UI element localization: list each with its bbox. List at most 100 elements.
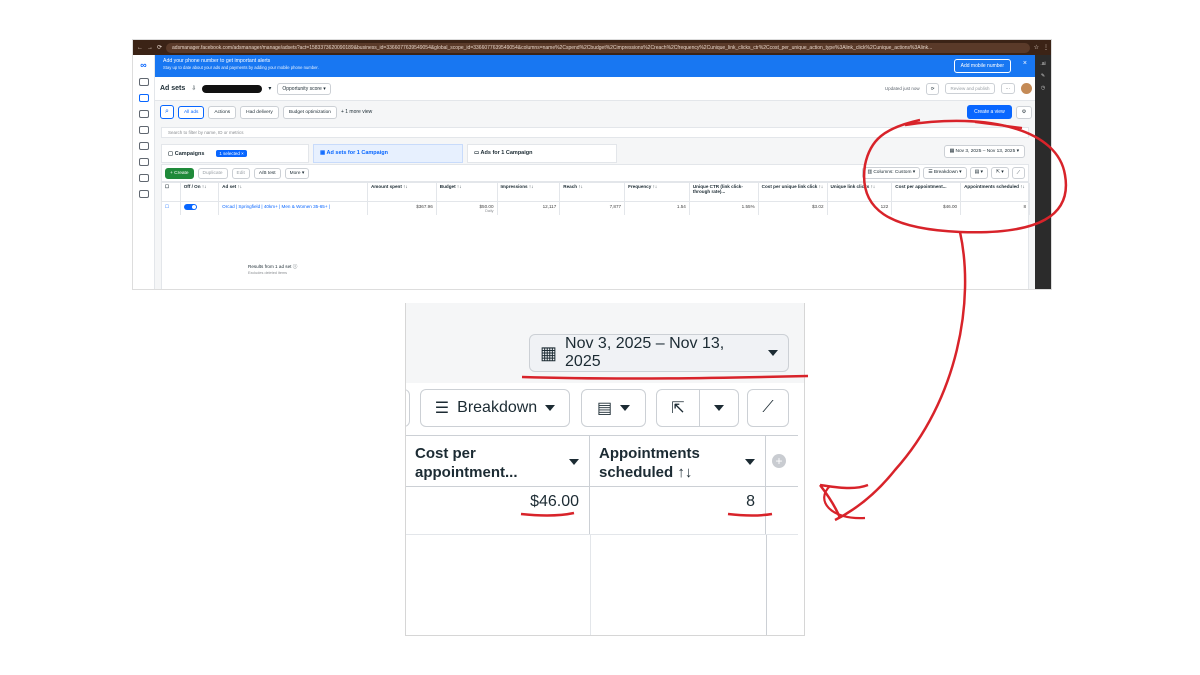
download-icon[interactable]: ⇩	[191, 85, 196, 92]
chevron-down-icon[interactable]: ▾	[268, 85, 271, 92]
inset-col-cost-per-appointment[interactable]: Cost per appointment...	[406, 436, 590, 488]
search-icon[interactable]: ⌕	[160, 105, 174, 119]
avatar[interactable]	[1021, 83, 1032, 94]
billing-icon[interactable]	[138, 158, 149, 166]
col-header[interactable]: Cost per unique link click ↑↓	[758, 183, 828, 202]
back-icon[interactable]: ←	[137, 45, 143, 51]
chevron-down-icon[interactable]	[745, 459, 755, 465]
account-overview-icon[interactable]	[138, 78, 149, 86]
extensions-icon[interactable]: ⋮	[1043, 44, 1049, 51]
users-icon[interactable]	[138, 174, 149, 182]
ads-icon[interactable]	[138, 142, 149, 150]
campaigns-grid-icon[interactable]	[138, 94, 149, 102]
inset-columns-button-edge[interactable]	[406, 389, 410, 427]
unique-ctr: 1.55%	[689, 201, 759, 215]
reload-icon[interactable]: ⟳	[157, 44, 162, 51]
col-header[interactable]: Ad set ↑↓	[218, 183, 368, 202]
tab-ads[interactable]: ▭ Ads for 1 Campaign	[467, 144, 617, 163]
adset-name-link[interactable]: Orcad | Springfield | 40km+ | Men & Wome…	[218, 201, 368, 215]
col-header[interactable]: Reach ↑↓	[559, 183, 626, 202]
inset-chart-button[interactable]: ⟋	[747, 389, 789, 427]
inset-col1-label: Cost per appointment...	[415, 445, 518, 481]
reports-icon[interactable]: ▤ ▾	[969, 167, 988, 179]
add-mobile-number-button[interactable]: Add mobile number	[953, 59, 1011, 73]
close-icon[interactable]: ×	[1023, 60, 1027, 67]
info-icon[interactable]: ⓘ	[293, 264, 298, 269]
star-icon[interactable]: ☆	[1034, 44, 1039, 51]
create-button[interactable]: + Create	[165, 167, 194, 179]
add-column-icon[interactable]: +	[772, 454, 786, 468]
search-input[interactable]: Search to filter by name, ID or metrics	[161, 127, 1029, 138]
inset-col-appointments-scheduled[interactable]: Appointments scheduled ↑↓	[590, 436, 766, 488]
reach: 7,877	[559, 201, 626, 215]
inset-row-divider	[406, 534, 798, 535]
review-publish-button[interactable]: Review and publish	[945, 83, 995, 94]
budget-type: Daily	[485, 208, 494, 213]
more-view-link[interactable]: + 1 more view	[341, 109, 372, 115]
settings-sliders-icon[interactable]: ⚙	[1015, 105, 1032, 119]
inset-reports-button[interactable]: ▤	[581, 389, 646, 427]
opportunity-score-button[interactable]: Opportunity score ▾	[277, 82, 331, 95]
col-header[interactable]: Unique CTR (link click-through rate)...	[689, 183, 759, 202]
edit-icon[interactable]: ✎	[1035, 73, 1051, 79]
actions-chip[interactable]: Actions	[208, 105, 237, 119]
inset-export-button[interactable]: ⇱	[656, 389, 739, 427]
duplicate-button[interactable]: Duplicate	[197, 167, 228, 179]
tab-campaigns[interactable]: ▢ Campaigns 1 selected ×	[161, 144, 309, 163]
chevron-down-icon	[620, 405, 631, 411]
export-icon[interactable]: ⇱ ▾	[990, 167, 1009, 179]
ai-icon[interactable]: .ai	[1035, 61, 1051, 67]
audiences-icon[interactable]	[138, 126, 149, 134]
divider	[698, 389, 700, 427]
col-header[interactable]: Impressions ↑↓	[497, 183, 561, 202]
col-header[interactable]: Frequency ↑↓	[624, 183, 690, 202]
create-view-button[interactable]: Create a view	[967, 105, 1012, 119]
col-header[interactable]: Appointments scheduled ↑↓	[960, 183, 1030, 202]
arrow-head	[819, 483, 869, 519]
more-actions-button[interactable]: More ▾	[284, 167, 310, 179]
chart-icon[interactable]: ⟋	[1011, 167, 1025, 179]
col-header[interactable]: Cost per appointment...	[891, 183, 962, 202]
chevron-down-icon	[768, 350, 778, 356]
amount-spent: $367.96	[367, 201, 437, 215]
row-checkbox[interactable]: ☐	[162, 201, 181, 215]
all-ads-chip[interactable]: All ads	[178, 105, 205, 119]
col-header[interactable]: Budget ↑↓	[436, 183, 498, 202]
left-nav: ∞	[133, 55, 155, 289]
alert-title: Add your phone number to get important a…	[163, 58, 271, 64]
account-selector-redacted[interactable]	[202, 84, 263, 93]
reports-icon[interactable]	[138, 110, 149, 118]
edit-button[interactable]: Edit	[231, 167, 250, 179]
inset-column-line	[590, 535, 591, 635]
breakdown-button[interactable]: ☰ Breakdown ▾	[923, 167, 967, 179]
select-all-checkbox[interactable]: ☐	[162, 183, 181, 202]
alert-subtitle: Stay up to date about your ads and payme…	[163, 65, 319, 70]
inset-breakdown-button[interactable]: ☰ Breakdown	[420, 389, 570, 427]
on-off-toggle[interactable]	[183, 203, 197, 210]
tab-adsets[interactable]: ▦ Ad sets for 1 Campaign	[313, 144, 463, 163]
chevron-down-icon	[713, 405, 724, 411]
inset-table-header: Cost per appointment... Appointments sch…	[406, 435, 798, 488]
columns-button[interactable]: ▥ Columns: Custom ▾	[862, 167, 921, 179]
budget-optimization-chip[interactable]: Budget optimization	[282, 105, 337, 119]
ab-test-button[interactable]: A/B test	[253, 167, 281, 179]
had-delivery-chip[interactable]: Had delivery	[240, 105, 279, 119]
inset-date-range-picker[interactable]: ▦ Nov 3, 2025 – Nov 13, 2025	[529, 334, 789, 372]
more-options-button[interactable]: ···	[1000, 83, 1015, 94]
refresh-button[interactable]: ⟳	[925, 82, 940, 95]
date-range-picker[interactable]: ▦ Nov 3, 2025 – Nov 13, 2025 ▾	[943, 145, 1025, 158]
menu-icon[interactable]	[138, 190, 149, 198]
address-bar[interactable]: adsmanager.facebook.com/adsmanager/manag…	[166, 42, 1030, 53]
col-header[interactable]: Unique link clicks ↑↓	[827, 183, 893, 202]
forward-icon[interactable]: →	[147, 45, 153, 51]
clock-icon[interactable]: ◷	[1035, 85, 1051, 91]
results-label: Results from 1 ad set	[248, 264, 292, 269]
table-row[interactable]: ☐ Orcad | Springfield | 40km+ | Men & Wo…	[162, 201, 1030, 215]
selected-badge[interactable]: 1 selected ×	[216, 150, 247, 157]
budget-cell: $50.00 Daily	[436, 201, 498, 215]
col-header[interactable]: Amount spent ↑↓	[367, 183, 437, 202]
meta-logo-icon[interactable]: ∞	[133, 60, 154, 70]
chevron-down-icon[interactable]	[569, 459, 579, 465]
appointments-scheduled: 8	[960, 201, 1030, 215]
col-header[interactable]: Off / On ↑↓	[180, 183, 220, 202]
